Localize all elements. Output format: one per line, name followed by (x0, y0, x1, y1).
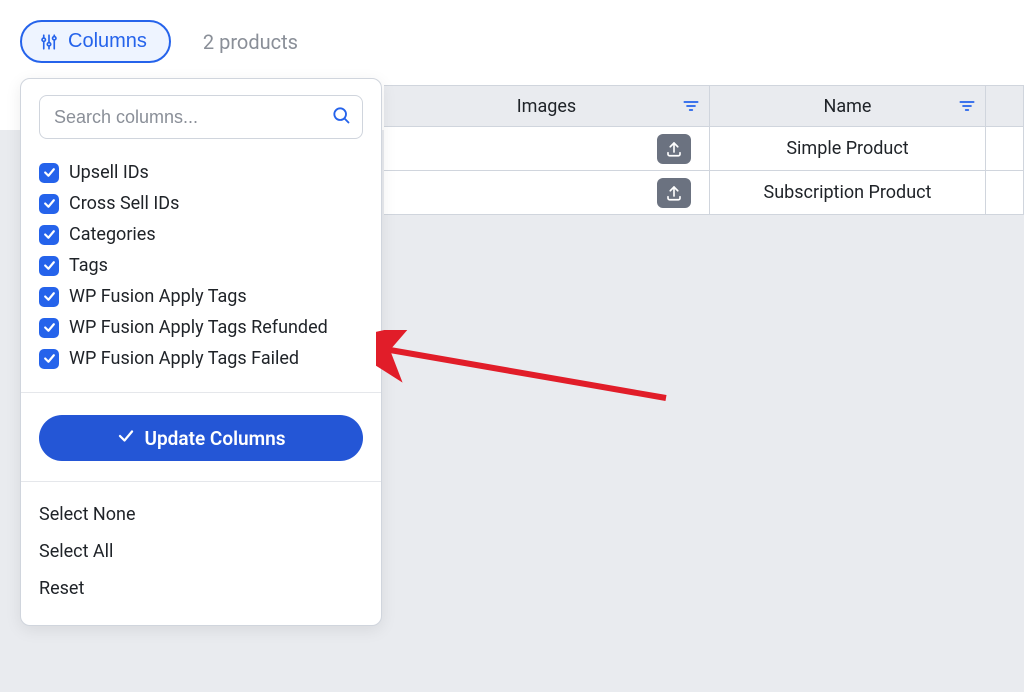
column-toggle-label: WP Fusion Apply Tags Refunded (69, 317, 328, 338)
cell-images (384, 127, 710, 170)
table-row: Subscription Product (384, 171, 1024, 215)
column-header-images[interactable]: Images (384, 86, 710, 126)
upload-image-button[interactable] (657, 178, 691, 208)
column-toggle-label: Cross Sell IDs (69, 193, 179, 214)
columns-button-label: Columns (68, 30, 147, 53)
panel-actions: Select None Select All Reset (21, 481, 381, 625)
reset-link[interactable]: Reset (39, 570, 363, 607)
checkbox-checked-icon[interactable] (39, 163, 59, 183)
cell-blank (986, 127, 1024, 170)
search-wrap (39, 95, 363, 139)
columns-dropdown: Upsell IDs Cross Sell IDs Categories Tags WP… (20, 78, 382, 626)
column-toggle-label: WP Fusion Apply Tags (69, 286, 247, 307)
column-toggle-row[interactable]: WP Fusion Apply Tags Failed (39, 343, 363, 374)
columns-button[interactable]: Columns (20, 20, 171, 63)
search-input[interactable] (39, 95, 363, 139)
table-row: Simple Product (384, 127, 1024, 171)
update-columns-button[interactable]: Update Columns (39, 415, 363, 461)
product-count: 2 products (203, 30, 298, 54)
column-toggle-label: Upsell IDs (69, 162, 149, 183)
column-toggle-row[interactable]: Cross Sell IDs (39, 188, 363, 219)
column-toggle-row[interactable]: WP Fusion Apply Tags (39, 281, 363, 312)
cell-name[interactable]: Simple Product (710, 127, 986, 170)
upload-icon (665, 184, 683, 202)
checkbox-checked-icon[interactable] (39, 318, 59, 338)
checkbox-checked-icon[interactable] (39, 194, 59, 214)
select-all-link[interactable]: Select All (39, 533, 363, 570)
sliders-icon (40, 33, 58, 51)
column-toggle-row[interactable]: Categories (39, 219, 363, 250)
products-table: Images Name (384, 85, 1024, 215)
cell-name[interactable]: Subscription Product (710, 171, 986, 214)
column-toggle-row[interactable]: Upsell IDs (39, 157, 363, 188)
filter-icon[interactable] (959, 99, 975, 113)
checkbox-checked-icon[interactable] (39, 287, 59, 307)
upload-image-button[interactable] (657, 134, 691, 164)
divider (21, 392, 381, 393)
table-header: Images Name (384, 85, 1024, 127)
filter-icon[interactable] (683, 99, 699, 113)
search-icon (331, 105, 351, 129)
checkbox-checked-icon[interactable] (39, 256, 59, 276)
checkbox-checked-icon[interactable] (39, 349, 59, 369)
column-header-images-label: Images (517, 96, 576, 117)
column-checklist: Upsell IDs Cross Sell IDs Categories Tags WP… (39, 157, 363, 374)
cell-name-text: Subscription Product (764, 182, 932, 203)
table-body: Simple Product Subscription Product (384, 127, 1024, 215)
select-none-link[interactable]: Select None (39, 496, 363, 533)
cell-blank (986, 171, 1024, 214)
column-header-name[interactable]: Name (710, 86, 986, 126)
column-toggle-label: Tags (69, 255, 108, 276)
upload-icon (665, 140, 683, 158)
column-toggle-label: Categories (69, 224, 156, 245)
column-header-blank (986, 86, 1024, 126)
check-icon (117, 427, 135, 450)
column-toggle-row[interactable]: WP Fusion Apply Tags Refunded (39, 312, 363, 343)
update-columns-label: Update Columns (145, 427, 286, 450)
annotation-arrow (376, 330, 676, 410)
cell-images (384, 171, 710, 214)
column-header-name-label: Name (824, 96, 872, 117)
cell-name-text: Simple Product (786, 138, 908, 159)
checkbox-checked-icon[interactable] (39, 225, 59, 245)
column-toggle-label: WP Fusion Apply Tags Failed (69, 348, 299, 369)
column-toggle-row[interactable]: Tags (39, 250, 363, 281)
